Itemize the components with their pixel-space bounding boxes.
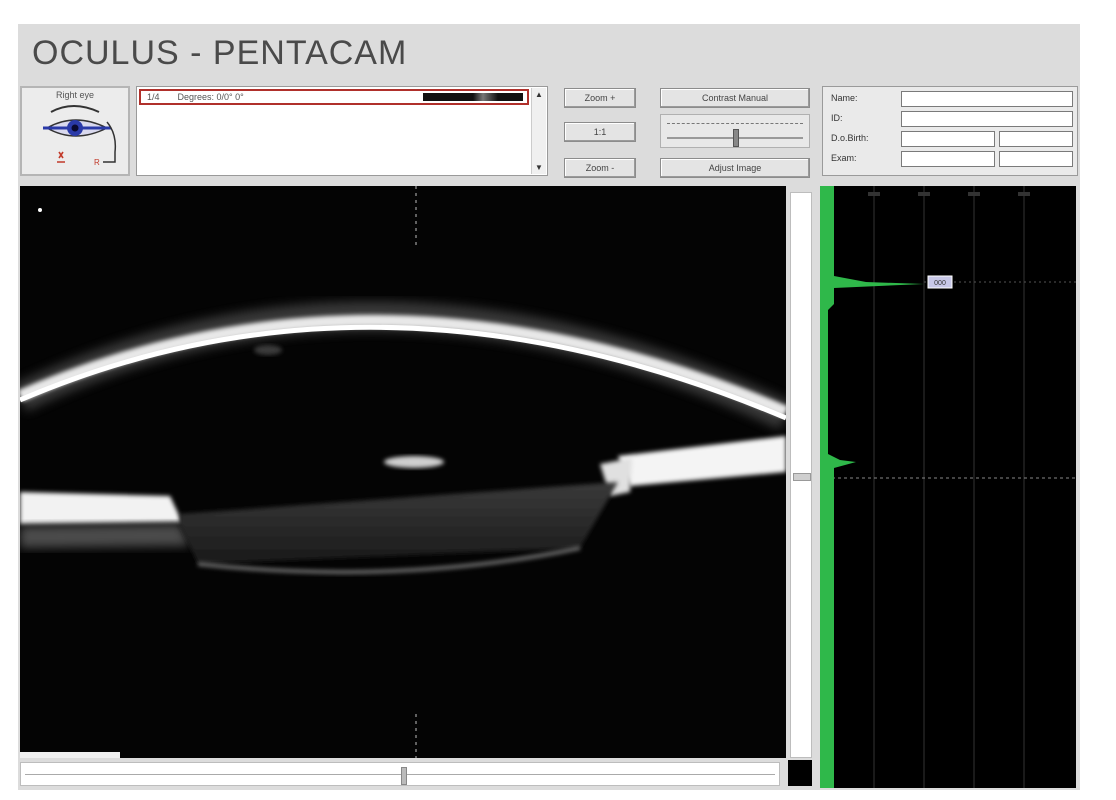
scan-list-scrollbar[interactable]: ▲ ▼ — [531, 88, 546, 174]
eye-panel-label: Right eye — [55, 90, 95, 100]
eye-selector-panel[interactable]: Right eye R — [20, 86, 130, 176]
app-title: OCULUS - PENTACAM — [32, 34, 408, 72]
scheimpflug-image[interactable] — [20, 186, 786, 758]
dob-field-extra[interactable] — [999, 131, 1073, 147]
zoom-in-button[interactable]: Zoom + — [564, 88, 636, 108]
contrast-slider-thumb[interactable] — [733, 129, 739, 147]
horizontal-scroll-groove — [25, 774, 775, 775]
scan-row-index: 1/4 — [147, 92, 160, 102]
densitometry-peak-value: 000 — [934, 280, 946, 287]
scan-list-selected-row[interactable]: 1/4 Degrees: 0/0° 0° — [139, 89, 529, 105]
densitometry-render: 000 — [820, 186, 1076, 788]
scroll-up-icon[interactable]: ▲ — [535, 90, 543, 99]
exam-field-extra[interactable] — [999, 151, 1073, 167]
horizontal-scroll-thumb[interactable] — [401, 767, 407, 785]
image-horizontal-scrollbar[interactable] — [20, 762, 780, 786]
one-to-one-button[interactable]: 1:1 — [564, 122, 636, 142]
contrast-manual-button[interactable]: Contrast Manual — [660, 88, 810, 108]
dob-label: D.o.Birth: — [831, 133, 869, 143]
image-vertical-scrollbar[interactable] — [790, 192, 812, 758]
scan-row-label: Degrees: 0/0° 0° — [177, 92, 244, 102]
scan-row-preview — [423, 93, 523, 101]
patient-info-panel: Name: ID: D.o.Birth: Exam: — [822, 86, 1078, 176]
scan-list[interactable]: 1/4 Degrees: 0/0° 0° ▲ ▼ — [136, 86, 548, 176]
contrast-slider-track — [667, 123, 803, 124]
scroll-down-icon[interactable]: ▼ — [535, 163, 543, 172]
scheimpflug-render — [20, 186, 786, 758]
zoom-out-button[interactable]: Zoom - — [564, 158, 636, 178]
adjust-image-button[interactable]: Adjust Image — [660, 158, 810, 178]
name-label: Name: — [831, 93, 858, 103]
exam-field[interactable] — [901, 151, 995, 167]
name-field[interactable] — [901, 91, 1073, 107]
vertical-scroll-thumb[interactable] — [793, 473, 811, 481]
scrollbar-corner — [788, 760, 812, 786]
densitometry-profile: 000 — [820, 186, 1076, 788]
dob-field[interactable] — [901, 131, 995, 147]
id-field[interactable] — [901, 111, 1073, 127]
eye-marker: R — [94, 158, 100, 167]
contrast-slider[interactable] — [660, 114, 810, 148]
exam-label: Exam: — [831, 153, 857, 163]
id-label: ID: — [831, 113, 843, 123]
pentacam-window: OCULUS - PENTACAM Right eye R 1/4 Degree… — [18, 24, 1080, 790]
eye-icon — [43, 105, 117, 163]
